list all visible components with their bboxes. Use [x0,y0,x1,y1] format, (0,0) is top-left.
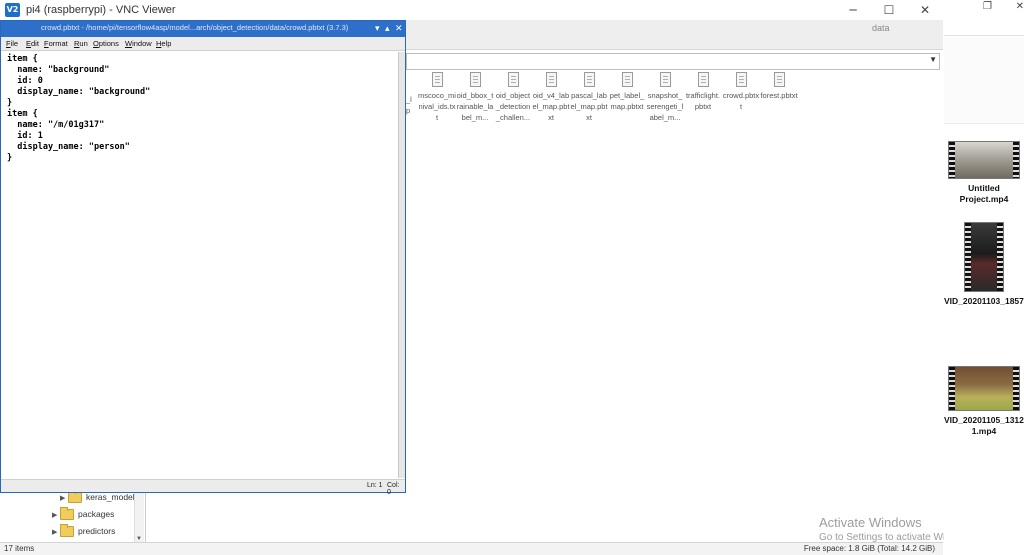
video-file-item[interactable]: VID_20201105_131236114_1 1.mp4 [944,366,1024,437]
file-name: mscoco_minival_ids.txt [418,91,456,122]
editor-statusbar: Ln: 1 Col: 0 [1,479,405,496]
file-item[interactable]: snapshot_serengeti_label_m... [646,72,684,123]
windows-explorer-window: ❐ ✕ Untitled Project.mp4 VID_20201103_18… [944,0,1024,555]
file-item[interactable]: trafficlight.pbtxt [684,72,722,112]
video-thumbnail [948,141,1020,179]
path-bar[interactable]: ▼ [406,53,940,70]
column-indicator: Col: 0 [387,482,400,496]
tree-scrollbar[interactable]: ▼ [134,486,144,543]
file-grid: mscoco_minival_ids.txt oid_bbox_trainabl… [406,72,940,132]
file-manager-toolbar: data [406,20,943,50]
file-item[interactable]: pet_label_map.pbtxt [608,72,646,112]
free-space: Free space: 1.8 GiB (Total: 14.2 GiB) [803,544,935,553]
menu-format[interactable]: Format [44,39,68,48]
menu-edit[interactable]: Edit [26,39,39,48]
expand-arrow-icon[interactable]: ▶ [60,494,65,502]
video-file-name: VID_20201103_185708918.mp4 [944,296,1024,306]
text-file-icon [469,72,481,87]
file-item[interactable]: oid_v4_label_map.pbtxt [532,72,570,123]
video-file-name: VID_20201105_131236114_1 1.mp4 [944,415,1024,436]
text-editor-window: crowd.pbtxt - /home/pi/tensorflow4asp/mo… [0,20,406,496]
file-name: oid_bbox_trainable_label_m... [456,91,494,122]
editor-menubar: File Edit Format Run Options Window Help [1,37,405,51]
video-thumbnail [964,222,1004,292]
editor-close-button[interactable]: ✕ [395,22,403,36]
file-name: forest.pbtxt [760,91,798,100]
close-button[interactable]: ✕ [907,0,943,20]
folder-tab-data[interactable]: data [872,23,890,33]
file-name: trafficlight.pbtxt [685,91,721,111]
folder-icon [68,490,82,503]
video-file-item[interactable]: VID_20201103_185708918.mp4 [944,222,1024,307]
line-indicator: Ln: 1 [367,482,383,489]
text-file-icon [773,72,785,87]
folder-icon [60,524,74,537]
minimize-button[interactable]: ─ [835,0,871,20]
menu-run[interactable]: Run [74,39,88,48]
restore-button[interactable]: ❐ [983,1,992,12]
file-name: crowd.pbtxt [722,91,760,111]
file-name: pascal_label_map.pbtxt [570,91,608,122]
file-name: snapshot_serengeti_label_m... [646,91,684,122]
editor-text-area[interactable]: item { name: "background" id: 0 display_… [1,52,397,478]
video-file-name: Untitled Project.mp4 [959,183,1009,204]
editor-titlebar[interactable]: crowd.pbtxt - /home/pi/tensorflow4asp/mo… [1,21,405,37]
editor-scrollbar[interactable] [398,52,405,478]
text-file-icon [735,72,747,87]
file-name: oid_object_detection_challen... [495,91,531,122]
folder-tree: ▶ keras_models ▶ packages ▶ predictors ▼ [0,486,146,543]
text-file-icon [697,72,709,87]
tree-item-label: predictors [78,526,116,536]
file-item[interactable]: oid_bbox_trainable_label_m... [456,72,494,123]
vnc-logo-icon: V2 [5,3,20,17]
video-file-item[interactable]: Untitled Project.mp4 [944,141,1024,205]
maximize-button[interactable]: ☐ [871,0,907,20]
menu-file[interactable]: File [6,39,18,48]
folder-icon [60,507,74,520]
explorer-close-button[interactable]: ✕ [1016,1,1024,12]
vnc-window-title: pi4 (raspberrypi) - VNC Viewer [26,4,176,16]
file-item[interactable]: forest.pbtxt [760,72,798,101]
explorer-titlebar[interactable]: ❐ ✕ [944,0,1024,36]
tree-item-label: packages [78,509,115,519]
expand-arrow-icon[interactable]: ▶ [52,511,57,519]
text-file-icon [659,72,671,87]
text-file-icon [431,72,443,87]
text-file-icon [545,72,557,87]
file-item[interactable]: pascal_label_map.pbtxt [570,72,608,123]
text-file-icon [583,72,595,87]
editor-title: crowd.pbtxt - /home/pi/tensorflow4asp/mo… [41,23,349,32]
editor-maximize-button[interactable]: ▴ [385,22,390,36]
file-item[interactable]: mscoco_minival_ids.txt [418,72,456,123]
text-file-icon [507,72,519,87]
video-thumbnail [948,366,1020,411]
vnc-titlebar[interactable]: V2 pi4 (raspberrypi) - VNC Viewer ─ ☐ ✕ [0,0,943,20]
menu-options[interactable]: Options [93,39,119,48]
vnc-viewer-window: V2 pi4 (raspberrypi) - VNC Viewer ─ ☐ ✕ … [0,0,943,555]
editor-minimize-button[interactable]: ▾ [375,22,380,36]
item-count: 17 items [4,544,35,553]
file-item[interactable]: crowd.pbtxt [722,72,760,112]
menu-help[interactable]: Help [156,39,171,48]
menu-window[interactable]: Window [125,39,152,48]
explorer-preview-pane [944,36,1024,124]
expand-arrow-icon[interactable]: ▶ [52,528,57,536]
file-name: pet_label_map.pbtxt [609,91,645,111]
dropdown-arrow-icon[interactable]: ▼ [929,55,937,64]
file-name: oid_v4_label_map.pbtxt [532,91,570,122]
file-item[interactable]: oid_object_detection_challen... [494,72,532,123]
text-file-icon [621,72,633,87]
file-manager-statusbar: 17 items Free space: 1.8 GiB (Total: 14.… [0,542,943,555]
tree-item-label: keras_models [86,492,139,502]
